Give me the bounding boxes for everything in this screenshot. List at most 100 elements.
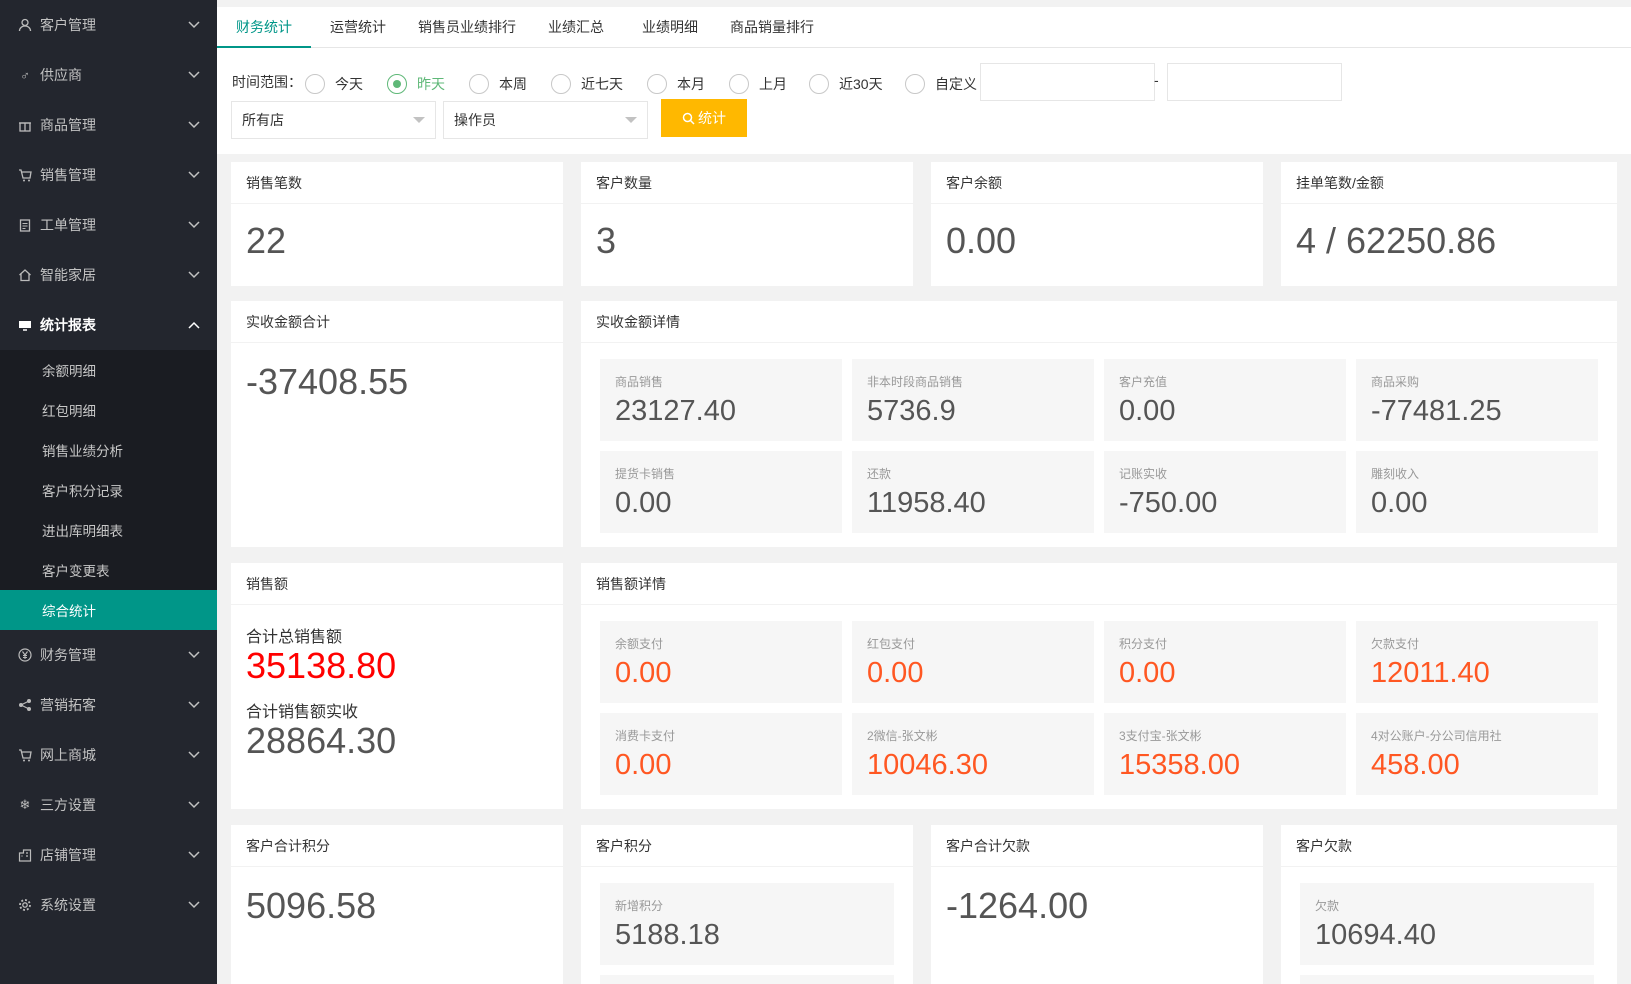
radio-last-7-days[interactable]: 近七天 bbox=[551, 74, 623, 94]
sidebar-subitem-sales-analysis[interactable]: 销售业绩分析 bbox=[0, 430, 217, 470]
sidebar-subitem-points-record[interactable]: 客户积分记录 bbox=[0, 470, 217, 510]
card-value: 3 bbox=[596, 220, 617, 261]
report-icon bbox=[16, 316, 34, 334]
tab-operation-stats[interactable]: 运营统计 bbox=[311, 7, 405, 48]
tile-offperiod-sales: 非本时段商品销售 5736.9 bbox=[852, 359, 1094, 441]
chevron-up-icon bbox=[188, 321, 200, 329]
sidebar-item-products[interactable]: 商品管理 bbox=[0, 100, 217, 150]
stat-button[interactable]: 统计 bbox=[661, 99, 747, 137]
sidebar-item-finance[interactable]: 财务管理 bbox=[0, 630, 217, 680]
tile-customer-recharge: 客户充值 0.00 bbox=[1104, 359, 1346, 441]
tab-bar: 财务统计 运营统计 销售员业绩排行 业绩汇总 业绩明细 商品销量排行 bbox=[217, 7, 1631, 48]
sidebar-item-label: 店铺管理 bbox=[40, 847, 96, 863]
sidebar: 客户管理 ♂ 供应商 商品管理 销售管理 工单管理 智能家居 统计报表 余额明细… bbox=[0, 0, 217, 984]
male-icon: ♂ bbox=[20, 67, 30, 83]
chevron-down-icon bbox=[188, 801, 200, 809]
tile-balance-pay: 余额支付 0.00 bbox=[600, 621, 842, 703]
sidebar-item-label: 销售管理 bbox=[40, 167, 96, 183]
sidebar-item-label: 财务管理 bbox=[40, 647, 96, 663]
card-title: 客户合计积分 bbox=[231, 825, 563, 867]
date-from-input[interactable] bbox=[980, 63, 1155, 101]
sidebar-subitem-redpacket-detail[interactable]: 红包明细 bbox=[0, 390, 217, 430]
tile-product-purchase: 商品采购 -77481.25 bbox=[1356, 359, 1598, 441]
sidebar-item-label: 系统设置 bbox=[40, 897, 96, 913]
tile-pickup-card-sales: 提货卡销售 0.00 bbox=[600, 451, 842, 533]
radio-today[interactable]: 今天 bbox=[305, 74, 363, 94]
card-customer-debt: 客户欠款 欠款 10694.40 bbox=[1281, 825, 1617, 984]
card-title: 销售额详情 bbox=[581, 563, 1617, 605]
sidebar-item-marketing[interactable]: 营销拓客 bbox=[0, 680, 217, 730]
card-title: 客户余额 bbox=[931, 162, 1263, 204]
tile-product-sales: 商品销售 23127.40 bbox=[600, 359, 842, 441]
sidebar-item-reports[interactable]: 统计报表 bbox=[0, 300, 217, 350]
radio-last-month[interactable]: 上月 bbox=[729, 74, 787, 94]
sidebar-subitem-customer-change[interactable]: 客户变更表 bbox=[0, 550, 217, 590]
tab-performance-summary[interactable]: 业绩汇总 bbox=[529, 7, 623, 48]
sidebar-item-thirdparty[interactable]: ❄ 三方设置 bbox=[0, 780, 217, 830]
chevron-down-icon bbox=[188, 851, 200, 859]
card-value: 5096.58 bbox=[246, 885, 377, 926]
sidebar-item-smarthome[interactable]: 智能家居 bbox=[0, 250, 217, 300]
tile-points-pay: 积分支付 0.00 bbox=[1104, 621, 1346, 703]
sidebar-item-label: 客户管理 bbox=[40, 17, 96, 33]
card-sales-detail: 销售额详情 余额支付 0.00 红包支付 0.00 积分支付 0.00 欠款支付 120… bbox=[581, 563, 1617, 809]
date-to-input[interactable] bbox=[1167, 63, 1342, 101]
card-sales-count: 销售笔数 22 bbox=[231, 162, 563, 286]
radio-custom[interactable]: 自定义 bbox=[905, 74, 977, 94]
tile-wechat-pay: 2微信-张文彬 10046.30 bbox=[852, 713, 1094, 795]
sidebar-subitem-balance-detail[interactable]: 余额明细 bbox=[0, 350, 217, 390]
time-range-label: 时间范围： bbox=[232, 74, 302, 90]
chevron-down-icon bbox=[188, 21, 200, 29]
sidebar-item-supplier[interactable]: ♂ 供应商 bbox=[0, 50, 217, 100]
card-value: -1264.00 bbox=[946, 885, 1089, 926]
search-icon bbox=[682, 112, 695, 125]
tile-debt-pay: 欠款支付 12011.40 bbox=[1356, 621, 1598, 703]
gift-icon bbox=[16, 116, 34, 134]
sidebar-item-sales[interactable]: 销售管理 bbox=[0, 150, 217, 200]
store-select[interactable]: 所有店 bbox=[231, 101, 436, 139]
sidebar-item-online-mall[interactable]: 网上商城 bbox=[0, 730, 217, 780]
cart-icon bbox=[16, 746, 34, 764]
chevron-down-icon bbox=[188, 171, 200, 179]
tab-product-sales-ranking[interactable]: 商品销量排行 bbox=[717, 7, 827, 48]
filter-panel: 时间范围： 今天 昨天 本周 近七天 本月 上月 近30天 自定义 - 所有店 … bbox=[217, 48, 1631, 154]
radio-this-week[interactable]: 本周 bbox=[469, 74, 527, 94]
main-content: 财务统计 运营统计 销售员业绩排行 业绩汇总 业绩明细 商品销量排行 时间范围：… bbox=[217, 0, 1631, 984]
tab-finance-stats[interactable]: 财务统计 bbox=[217, 7, 311, 48]
chevron-down-icon bbox=[188, 701, 200, 709]
clipboard-icon bbox=[16, 216, 34, 234]
card-customer-points: 客户积分 新增积分 5188.18 bbox=[581, 825, 913, 984]
sales-total-value: 35138.80 bbox=[246, 645, 397, 686]
sidebar-item-store[interactable]: 店铺管理 bbox=[0, 830, 217, 880]
sales-received-label: 合计销售额实收 bbox=[246, 704, 359, 721]
card-received-total: 实收金额合计 -37408.55 bbox=[231, 301, 563, 547]
sidebar-subitem-stock-detail[interactable]: 进出库明细表 bbox=[0, 510, 217, 550]
card-received-detail: 实收金额详情 商品销售 23127.40 非本时段商品销售 5736.9 客户充值 0… bbox=[581, 301, 1617, 547]
tile-new-points: 新增积分 5188.18 bbox=[600, 883, 894, 965]
sidebar-item-label: 三方设置 bbox=[40, 797, 96, 813]
chevron-down-icon bbox=[188, 121, 200, 129]
card-title: 客户数量 bbox=[581, 162, 913, 204]
card-title: 挂单笔数/金额 bbox=[1281, 162, 1617, 204]
caret-down-icon bbox=[625, 117, 637, 123]
radio-yesterday[interactable]: 昨天 bbox=[387, 74, 445, 94]
operator-select[interactable]: 操作员 bbox=[443, 101, 648, 139]
card-sales-amount: 销售额 合计总销售额 35138.80 合计销售额实收 28864.30 bbox=[231, 563, 563, 809]
radio-this-month[interactable]: 本月 bbox=[647, 74, 705, 94]
yen-icon bbox=[16, 646, 34, 664]
chevron-down-icon bbox=[188, 651, 200, 659]
sidebar-item-system[interactable]: 系统设置 bbox=[0, 880, 217, 930]
tile-redpacket-pay: 红包支付 0.00 bbox=[852, 621, 1094, 703]
sidebar-subitem-overall-stats[interactable]: 综合统计 bbox=[0, 590, 217, 630]
sidebar-item-label: 网上商城 bbox=[40, 747, 96, 763]
sidebar-item-workorder[interactable]: 工单管理 bbox=[0, 200, 217, 250]
tile-partial bbox=[600, 975, 894, 984]
radio-last-30-days[interactable]: 近30天 bbox=[809, 74, 883, 94]
sidebar-item-label: 商品管理 bbox=[40, 117, 96, 133]
tab-performance-detail[interactable]: 业绩明细 bbox=[623, 7, 717, 48]
card-customer-points-total: 客户合计积分 5096.58 bbox=[231, 825, 563, 984]
sidebar-item-customer[interactable]: 客户管理 bbox=[0, 0, 217, 50]
tab-salesperson-ranking[interactable]: 销售员业绩排行 bbox=[405, 7, 529, 48]
sidebar-item-label: 智能家居 bbox=[40, 267, 96, 283]
card-customer-count: 客户数量 3 bbox=[581, 162, 913, 286]
